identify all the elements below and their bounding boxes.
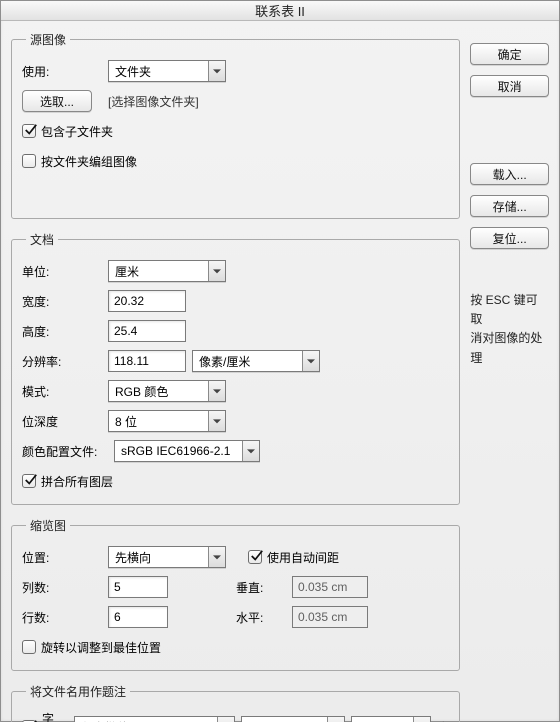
- checkbox-box: [248, 550, 262, 564]
- titlebar: 联系表 II: [1, 1, 559, 21]
- choose-hint: [选择图像文件夹]: [108, 93, 199, 110]
- group-by-folder-checkbox[interactable]: 按文件夹编组图像: [22, 153, 137, 170]
- place-label: 位置:: [22, 549, 102, 566]
- cancel-button[interactable]: 取消: [470, 75, 549, 97]
- height-label: 高度:: [22, 323, 102, 340]
- resolution-units-select[interactable]: 像素/厘米: [192, 350, 320, 372]
- mode-select[interactable]: RGB 颜色: [108, 380, 226, 402]
- use-label: 使用:: [22, 63, 102, 80]
- save-button[interactable]: 存储...: [470, 195, 549, 217]
- dropdown-icon: [208, 261, 225, 281]
- group-thumbnails-legend: 缩览图: [26, 517, 70, 534]
- include-subfolders-checkbox[interactable]: 包含子文件夹: [22, 123, 113, 140]
- use-select[interactable]: 文件夹: [108, 60, 226, 82]
- font-size-suffix: 点: [437, 719, 449, 722]
- font-style-select[interactable]: Regular: [241, 716, 345, 722]
- resolution-label: 分辨率:: [22, 353, 102, 370]
- units-label: 单位:: [22, 263, 102, 280]
- cols-input[interactable]: 5: [108, 576, 168, 598]
- checkbox-box: [22, 124, 36, 138]
- flatten-checkbox[interactable]: 拼合所有图层: [22, 473, 113, 490]
- rows-label: 行数:: [22, 609, 102, 626]
- load-button[interactable]: 载入...: [470, 163, 549, 185]
- dialog-body: 源图像 使用: 文件夹 选取... [选择图像文件夹]: [1, 21, 559, 722]
- dropdown-icon: [217, 717, 234, 722]
- bitdepth-label: 位深度: [22, 413, 102, 430]
- group-caption: 将文件名用作题注 字体: 华文楷体 Regular: [11, 683, 460, 722]
- group-by-folder-label: 按文件夹编组图像: [41, 153, 137, 170]
- group-thumbnails: 缩览图 位置: 先横向 使用自动间距: [11, 517, 460, 671]
- vert-value: 0.035 cm: [292, 576, 368, 598]
- dropdown-icon: [208, 411, 225, 431]
- group-document: 文档 单位: 厘米 宽度: 20.32 高度:: [11, 231, 460, 505]
- ok-button[interactable]: 确定: [470, 43, 549, 65]
- vert-label: 垂直:: [236, 579, 286, 596]
- choose-button[interactable]: 选取...: [22, 90, 92, 112]
- dropdown-icon: [302, 351, 319, 371]
- units-select[interactable]: 厘米: [108, 260, 226, 282]
- dropdown-icon: [208, 381, 225, 401]
- profile-label: 颜色配置文件:: [22, 443, 108, 460]
- rows-input[interactable]: 6: [108, 606, 168, 628]
- use-select-value: 文件夹: [115, 63, 151, 80]
- auto-spacing-checkbox[interactable]: 使用自动间距: [248, 549, 339, 566]
- checkbox-box: [22, 154, 36, 168]
- place-select[interactable]: 先横向: [108, 546, 226, 568]
- mode-label: 模式:: [22, 383, 102, 400]
- font-size-select[interactable]: 12: [351, 716, 431, 722]
- bitdepth-select[interactable]: 8 位: [108, 410, 226, 432]
- horiz-value: 0.035 cm: [292, 606, 368, 628]
- width-input[interactable]: 20.32: [108, 290, 186, 312]
- checkbox-box: [22, 474, 36, 488]
- dialog-window: 联系表 II 源图像 使用: 文件夹 选取...: [0, 0, 560, 722]
- include-subfolders-label: 包含子文件夹: [41, 123, 113, 140]
- height-input[interactable]: 25.4: [108, 320, 186, 342]
- dropdown-icon: [242, 441, 259, 461]
- group-source: 源图像 使用: 文件夹 选取... [选择图像文件夹]: [11, 31, 460, 219]
- group-document-legend: 文档: [26, 231, 58, 248]
- left-column: 源图像 使用: 文件夹 选取... [选择图像文件夹]: [11, 31, 460, 722]
- dropdown-icon: [327, 717, 344, 722]
- rotate-checkbox[interactable]: 旋转以调整到最佳位置: [22, 639, 161, 656]
- group-source-legend: 源图像: [26, 31, 70, 48]
- dropdown-icon: [208, 547, 225, 567]
- width-label: 宽度:: [22, 293, 102, 310]
- reset-button[interactable]: 复位...: [470, 227, 549, 249]
- font-label: 字体:: [42, 710, 68, 722]
- horiz-label: 水平:: [236, 609, 286, 626]
- right-column: 确定 取消 载入... 存储... 复位... 按 ESC 键可取 消对图像的处…: [470, 31, 549, 722]
- profile-select[interactable]: sRGB IEC61966-2.1: [114, 440, 260, 462]
- window-title: 联系表 II: [255, 1, 305, 20]
- font-select[interactable]: 华文楷体: [74, 716, 235, 722]
- dropdown-icon: [413, 717, 430, 722]
- checkbox-box: [22, 640, 36, 654]
- cols-label: 列数:: [22, 579, 102, 596]
- resolution-input[interactable]: 118.11: [108, 350, 186, 372]
- dropdown-icon: [208, 61, 225, 81]
- group-caption-legend: 将文件名用作题注: [26, 683, 130, 700]
- esc-hint: 按 ESC 键可取 消对图像的处理: [470, 291, 549, 368]
